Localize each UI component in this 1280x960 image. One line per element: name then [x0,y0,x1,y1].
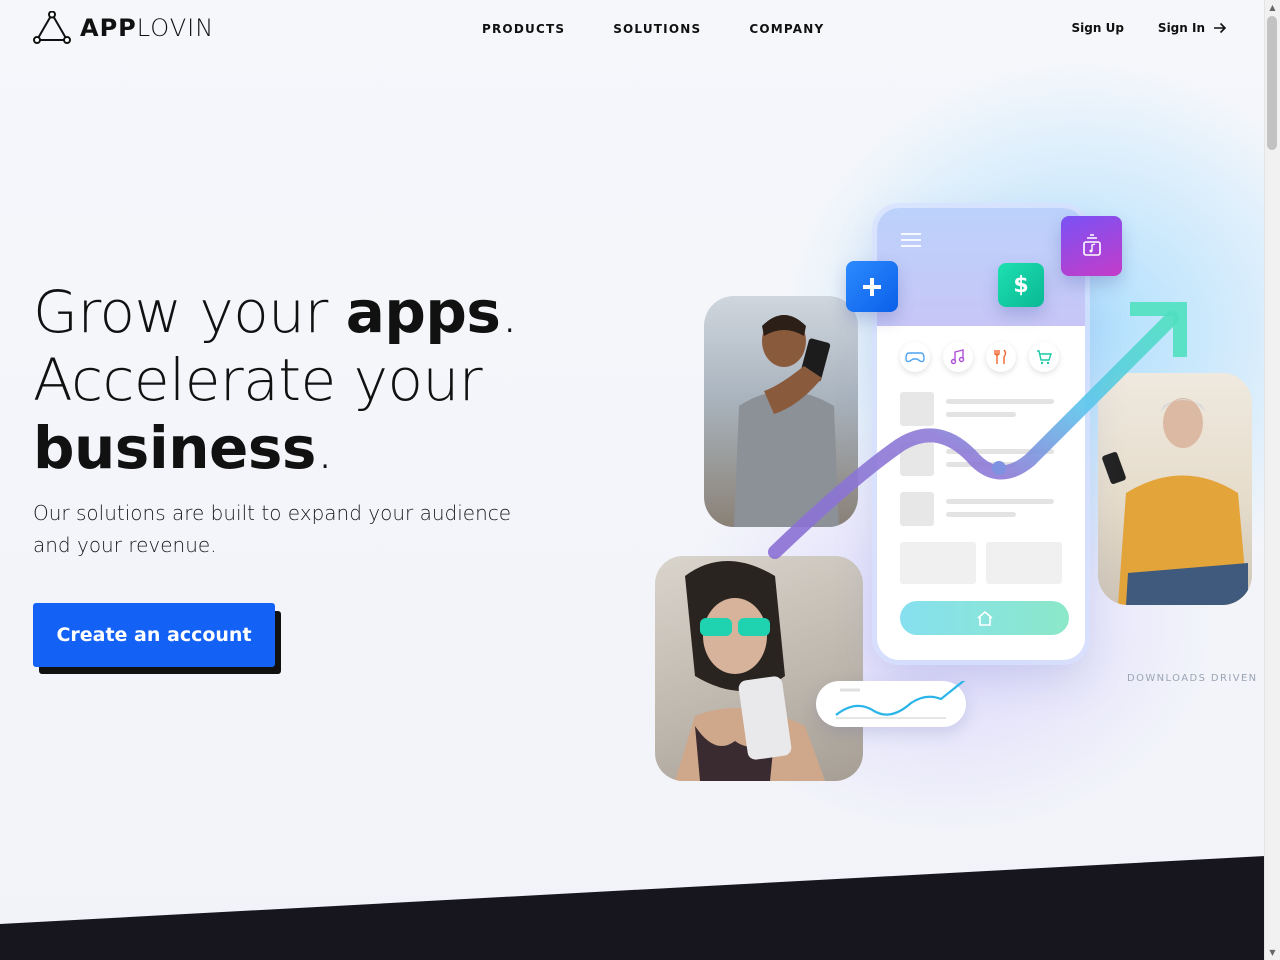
main-nav: PRODUCTS SOLUTIONS COMPANY [482,22,872,36]
sign-up-link[interactable]: Sign Up [1072,21,1124,35]
mini-chart-card [816,678,967,727]
phone-mockup [877,208,1085,660]
vertical-scrollbar[interactable]: ▲ ▼ [1264,0,1280,960]
sparkline-icon [835,678,967,719]
create-account-button[interactable]: Create an account [33,603,275,667]
plus-icon [846,261,898,312]
photo-senior-woman-with-phone [1098,373,1252,605]
dollar-icon: $ [998,263,1044,307]
downloads-driven-caption: DOWNLOADS DRIVEN [1127,673,1258,684]
senior-woman-figure [1102,398,1248,605]
arrow-right-icon [1214,22,1227,34]
cta-wrapper: Create an account [33,603,281,674]
nav-company[interactable]: COMPANY [749,22,824,36]
music-note-icon [943,342,973,372]
content-boxes [900,542,1062,584]
woman-figure [675,561,825,781]
headline-text: Accelerate your [33,346,483,414]
gamepad-icon [900,342,930,372]
hero-headline: Grow your apps. Accelerate your business… [33,278,519,482]
scroll-down-arrow-icon[interactable]: ▼ [1265,945,1280,960]
photo-woman-with-phone [655,556,863,781]
applovin-logo[interactable]: APPLOVIN [32,11,214,45]
man-figure [734,315,839,527]
app-category-icons [900,342,1059,372]
list-item [900,392,1054,426]
scroll-up-arrow-icon[interactable]: ▲ [1265,0,1280,15]
list-item [900,442,1054,476]
sign-in-label: Sign In [1157,21,1205,35]
auth-links: Sign Up Sign In [1072,21,1227,35]
hamburger-menu-icon [901,233,921,247]
logo-wordmark: APPLOVIN [80,14,215,42]
nav-products[interactable]: PRODUCTS [482,22,565,36]
home-icon [976,610,993,626]
hero-subhead: Our solutions are built to expand your a… [33,501,512,557]
sign-in-link[interactable]: Sign In [1158,21,1227,35]
sign-up-label: Sign Up [1071,21,1124,35]
dollar-label: $ [1013,272,1029,298]
cart-icon [1029,342,1059,372]
headline-period: . [500,278,519,346]
triangle-logo-icon [33,11,71,44]
music-icon [1061,216,1122,276]
headline-bold-apps: apps [345,278,501,346]
fork-knife-icon [986,342,1016,372]
photo-man-with-phone [704,296,858,527]
nav-solutions[interactable]: SOLUTIONS [613,22,701,36]
home-bar [900,601,1069,635]
scroll-thumb[interactable] [1267,16,1277,150]
list-item [900,492,1054,526]
headline-text: Grow your [33,278,346,346]
headline-period: . [315,414,334,482]
phone-header [877,208,1085,326]
headline-bold-business: business [33,414,316,482]
